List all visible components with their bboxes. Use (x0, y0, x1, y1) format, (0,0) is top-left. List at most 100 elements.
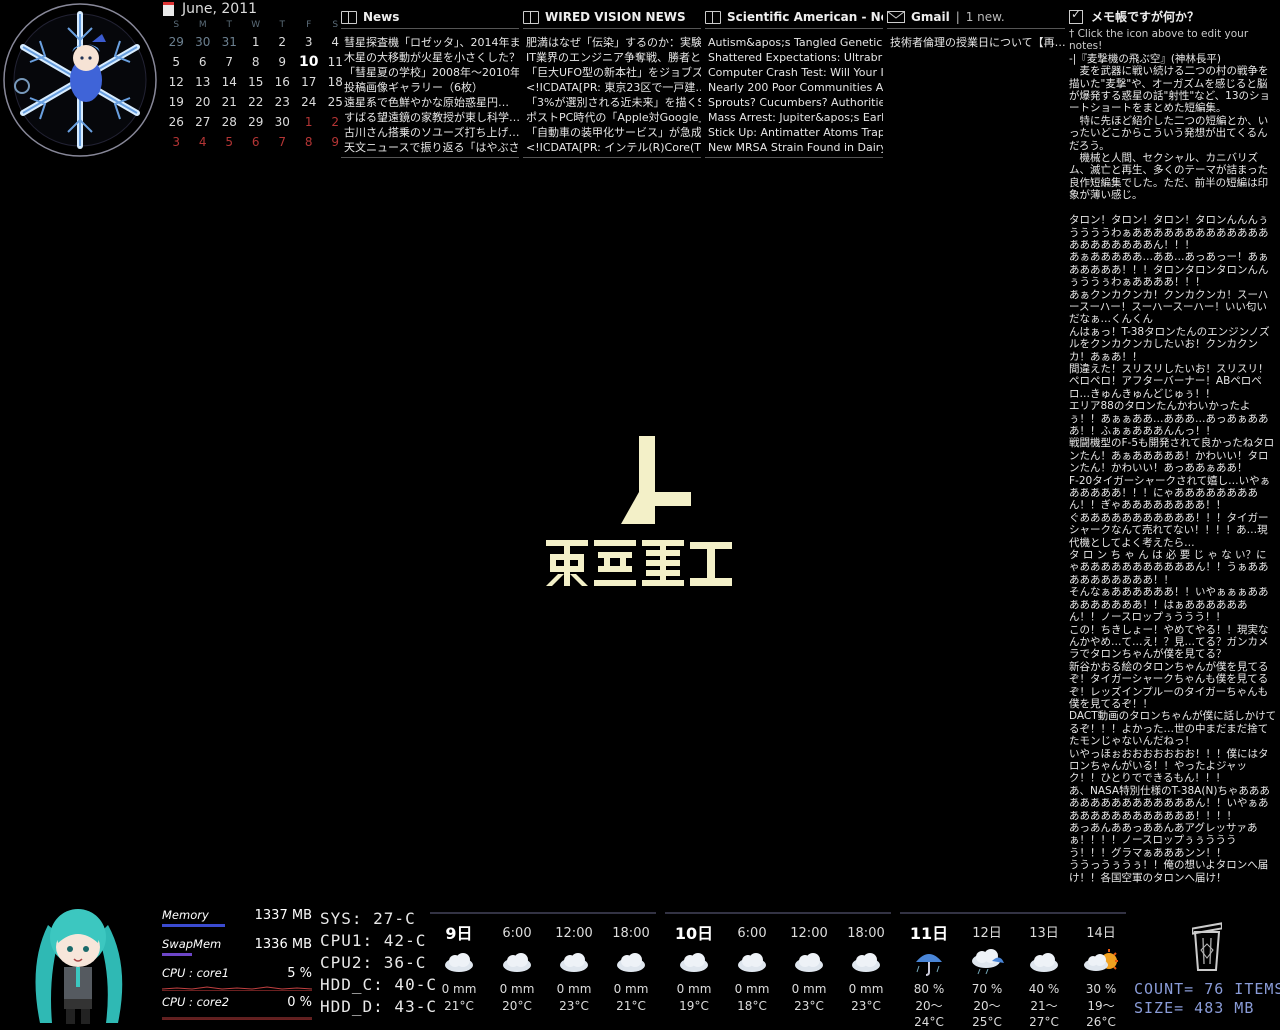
feed-header[interactable]: WIRED VISION NEWS (523, 6, 701, 29)
feed-item[interactable]: 彗星探査機「ロゼッタ」、2014年まで… (344, 35, 519, 50)
feed-item[interactable]: 「3%が選別される近未来」を描くSF… (526, 95, 701, 110)
dow-label: W (251, 20, 261, 30)
swap-value: 1336 MB (254, 937, 312, 952)
calendar-day[interactable]: 20 (190, 92, 217, 112)
calendar-day[interactable]: 7 (216, 52, 243, 72)
weather-pop: 80 % (913, 982, 945, 996)
feed-item[interactable]: 肥満はなぜ「伝染」するのか：実験… (526, 35, 701, 50)
memory-stat: Memory 1337 MB (162, 908, 312, 937)
memo-body: -|『麦撃機の飛ぶ空』(神林長平) 麦を武器に戦い続ける二つの村の戦争を描いた"… (1069, 52, 1277, 884)
feed-item[interactable]: Computer Crash Test: Will Your In… (708, 65, 883, 80)
calendar-day[interactable]: 29 (163, 32, 190, 52)
cloud-icon (795, 953, 823, 972)
weather-temp: 23°C (794, 999, 824, 1013)
calendar-week: 5 6 7 8 9 10 11 (163, 52, 342, 72)
calendar-day[interactable]: 22 (243, 92, 270, 112)
snowflake-clock-icon (3, 3, 157, 157)
cloud-icon (1030, 953, 1058, 972)
calendar-day[interactable]: 30 (190, 32, 217, 52)
weather-precip: 0 mm (734, 982, 770, 996)
calendar-today[interactable]: 10 (296, 52, 323, 72)
calendar-day[interactable]: 8 (296, 132, 323, 152)
cloud-icon (617, 953, 645, 972)
mail-item[interactable]: 技術者倫理の授業日について【再… (890, 35, 1065, 50)
feed-item[interactable]: Sprouts? Cucumbers? Authorities S… (708, 95, 883, 110)
calendar-day[interactable]: 24 (296, 92, 323, 112)
feed-title: News (363, 10, 400, 24)
feed-header[interactable]: News (341, 6, 519, 29)
calendar-day[interactable]: 5 (163, 52, 190, 72)
calendar-day[interactable]: 13 (190, 72, 217, 92)
calendar-day[interactable]: 28 (216, 112, 243, 132)
calendar-day[interactable]: 21 (216, 92, 243, 112)
calendar-day[interactable]: 2 (269, 32, 296, 52)
weather-precip: 0 mm (791, 982, 827, 996)
calendar-day[interactable]: 1 (243, 32, 270, 52)
calendar-day[interactable]: 8 (243, 52, 270, 72)
feed-item[interactable]: <!ICDATA[PR: インテル(R)Core(TM)… (526, 140, 701, 155)
clock-snowflake-widget[interactable] (0, 0, 160, 160)
calendar-day[interactable]: 15 (243, 72, 270, 92)
feed-item[interactable]: New MRSA Strain Found in Dairy C… (708, 140, 883, 155)
trash-count: COUNT= 76 ITEMS (1134, 980, 1280, 998)
weather-pop: 70 % (971, 982, 1003, 996)
dow-label: T (279, 20, 286, 30)
feed-item[interactable]: 「自動車の装甲化サービス」が急成… (526, 125, 701, 140)
feed-item[interactable]: IT業界のエンジニア争奪戦、勝者と… (526, 50, 701, 65)
calendar-day[interactable]: 16 (269, 72, 296, 92)
weather-week: 11日 80 % 20～24°C 12日 70 % 20～25°C 13日 40… (900, 912, 1126, 1029)
feed-item[interactable]: Stick Up: Antimatter Atoms Trapp… (708, 125, 883, 140)
weather-slot: 6:00 0 mm 20°C (492, 924, 542, 1014)
temperature-readouts: SYS: 27-C CPU1: 42-C CPU2: 36-C HDD_C: 4… (320, 908, 437, 1018)
feed-item[interactable]: 遠星系で色鮮やかな原始惑星円… (344, 95, 519, 110)
temp-sys: SYS: 27-C (320, 909, 416, 928)
feed-list: Autism&apos;s Tangled Genetics… Shattere… (705, 35, 883, 155)
feed-item[interactable]: 古川さん搭乗のソユーズ打ち上げ… (344, 125, 519, 140)
weather-time: 10日 (674, 924, 714, 943)
feed-item[interactable]: ポストPC時代の「Apple対Google」 (526, 110, 701, 125)
feed-item[interactable]: 投稿画像ギャラリー（6枚） (344, 80, 519, 95)
feed-header[interactable]: Scientific American - News (705, 6, 883, 29)
feed-item[interactable]: すばる望遠鏡の家教授が東し科学… (344, 110, 519, 125)
calendar-week: 26 27 28 29 30 1 2 (163, 112, 341, 132)
calendar-day[interactable]: 6 (243, 132, 270, 152)
feed-item[interactable]: <!ICDATA[PR: 東京23区で一戸建… (526, 80, 701, 95)
calendar-day[interactable]: 31 (216, 32, 243, 52)
calendar-day[interactable]: 19 (163, 92, 190, 112)
calendar-day[interactable]: 29 (243, 112, 270, 132)
memo-header[interactable]: メモ帳ですが何か？ (1069, 6, 1277, 28)
feed-item[interactable]: 木星の大移動が火星を小さくした？ (344, 50, 519, 65)
calendar-day[interactable]: 12 (163, 72, 190, 92)
feed-item[interactable]: 「巨大UFO型の新本社」をジョブズ… (526, 65, 701, 80)
calendar-day[interactable]: 5 (216, 132, 243, 152)
calendar-day[interactable]: 1 (296, 112, 323, 132)
cloud-icon (680, 953, 708, 972)
trash-can-icon[interactable] (1192, 920, 1222, 972)
feed-item[interactable]: Shattered Expectations: Ultrabrig… (708, 50, 883, 65)
calendar-day[interactable]: 17 (296, 72, 323, 92)
feed-item[interactable]: Autism&apos;s Tangled Genetics… (708, 35, 883, 50)
feed-item[interactable]: Nearly 200 Poor Communities Aw… (708, 80, 883, 95)
calendar-day[interactable]: 23 (269, 92, 296, 112)
weather-pop: 40 % (1028, 982, 1060, 996)
recycle-bin-widget[interactable]: COUNT= 76 ITEMS SIZE= 483 MB (1130, 918, 1280, 1024)
calendar-day[interactable]: 27 (190, 112, 217, 132)
feed-list: 肥満はなぜ「伝染」するのか：実験… IT業界のエンジニア争奪戦、勝者と… 「巨大… (523, 35, 701, 155)
calendar-day[interactable]: 7 (269, 132, 296, 152)
calendar-day[interactable]: 4 (190, 132, 217, 152)
feed-item[interactable]: 天文ニュースで振り返る「はやぶさ」… (344, 140, 519, 155)
calendar-day[interactable]: 9 (269, 52, 296, 72)
feed-item[interactable]: Mass Arrest: Jupiter&apos;s Early… (708, 110, 883, 125)
feed-header[interactable]: Gmail | 1 new. (887, 6, 1065, 29)
feed-item[interactable]: 「彗星夏の学校」2008年〜2010年… (344, 65, 519, 80)
cpu1-stat: CPU : core1 5 % (162, 966, 312, 995)
calendar-day[interactable]: 3 (163, 132, 190, 152)
calendar-day[interactable]: 3 (296, 32, 323, 52)
checkbox-edit-icon[interactable] (1069, 8, 1083, 24)
cpu2-value: 0 % (287, 995, 312, 1010)
calendar-day[interactable]: 6 (190, 52, 217, 72)
calendar-day[interactable]: 30 (269, 112, 296, 132)
calendar-day[interactable]: 14 (216, 72, 243, 92)
calendar-day[interactable]: 26 (163, 112, 190, 132)
temp-cpu1: CPU1: 42-C (320, 931, 427, 950)
